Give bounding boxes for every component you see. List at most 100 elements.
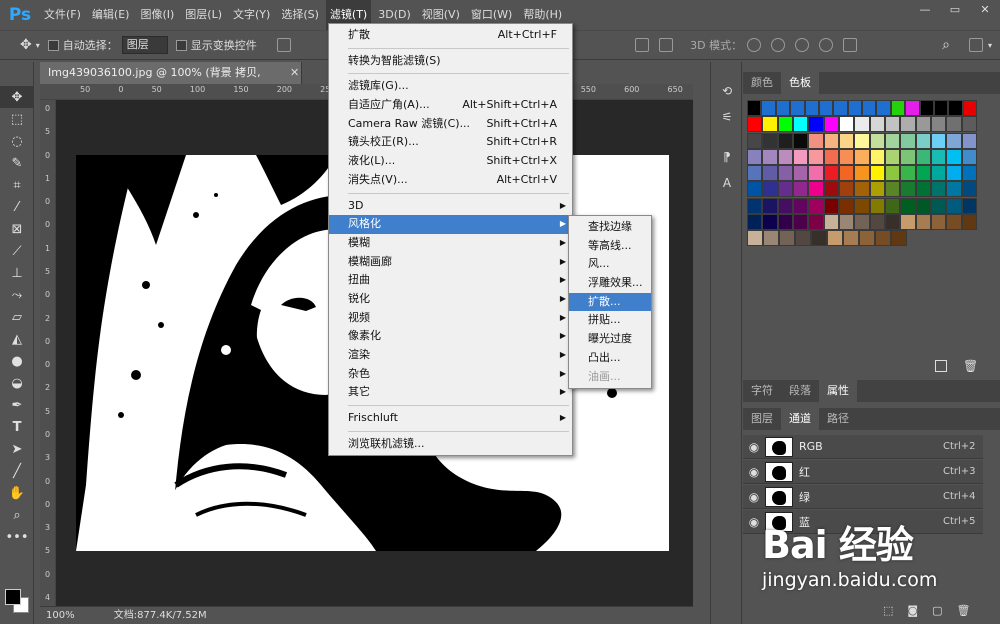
color-swatch[interactable]: [823, 148, 839, 165]
color-swatch[interactable]: [762, 181, 778, 198]
channel-row-rgb[interactable]: ◉ RGB Ctrl+2: [743, 435, 983, 459]
lasso-tool-icon[interactable]: ◌: [0, 130, 34, 152]
color-swatch[interactable]: [884, 132, 901, 149]
color-swatch[interactable]: [930, 132, 947, 149]
pen-tool-icon[interactable]: ✒: [0, 394, 34, 416]
color-swatch[interactable]: [823, 116, 839, 133]
color-swatch[interactable]: [930, 148, 947, 165]
color-swatch[interactable]: [808, 132, 824, 149]
tab-color[interactable]: 颜色: [743, 72, 781, 94]
color-swatch[interactable]: [761, 100, 776, 116]
color-swatch[interactable]: [869, 165, 885, 182]
menu-item-3d[interactable]: 3D ▶: [329, 197, 572, 216]
color-swatch[interactable]: [838, 181, 855, 198]
marquee-tool-icon[interactable]: ⬚: [0, 108, 34, 130]
tab-properties[interactable]: 属性: [819, 380, 857, 402]
color-swatch[interactable]: [792, 148, 809, 165]
color-swatch[interactable]: [808, 214, 824, 231]
eye-icon[interactable]: ◉: [743, 465, 765, 479]
color-swatch[interactable]: [811, 230, 827, 247]
color-swatch[interactable]: [862, 100, 877, 116]
show-transform-checkbox[interactable]: [175, 39, 187, 51]
color-swatch[interactable]: [890, 100, 906, 116]
color-swatch[interactable]: [869, 214, 885, 231]
color-swatch[interactable]: [884, 197, 901, 214]
color-swatch[interactable]: [808, 181, 824, 198]
eye-icon[interactable]: ◉: [743, 440, 765, 454]
color-swatch[interactable]: [762, 132, 778, 149]
color-swatch[interactable]: [961, 165, 977, 182]
color-swatch[interactable]: [792, 165, 809, 182]
distribute-icon[interactable]: [635, 38, 650, 52]
color-swatch[interactable]: [900, 214, 916, 231]
color-swatch[interactable]: [747, 230, 763, 247]
menu-item-blur[interactable]: 模糊 ▶: [329, 234, 572, 253]
color-swatch[interactable]: [843, 230, 859, 247]
color-swatch[interactable]: [946, 148, 962, 165]
color-swatch[interactable]: [946, 116, 962, 133]
color-swatch[interactable]: [854, 214, 870, 231]
menu-item-stylize[interactable]: 风格化 ▶: [329, 215, 572, 234]
color-swatch[interactable]: [827, 230, 843, 247]
stamp-tool-icon[interactable]: ⊥: [0, 262, 34, 284]
menu-item-noise[interactable]: 杂色 ▶: [329, 365, 572, 384]
dropdown-arrow-icon[interactable]: ▾: [36, 41, 40, 50]
color-swatch[interactable]: [747, 100, 762, 116]
close-window-button[interactable]: ✕: [970, 0, 1000, 20]
color-swatch[interactable]: [869, 148, 885, 165]
menu-item-render[interactable]: 渲染 ▶: [329, 346, 572, 365]
color-swatch[interactable]: [915, 165, 931, 182]
color-swatch[interactable]: [915, 148, 931, 165]
color-swatch[interactable]: [915, 181, 931, 198]
color-swatch[interactable]: [961, 214, 977, 231]
trash-icon[interactable]: 🗑: [957, 604, 971, 617]
color-swatch[interactable]: [792, 132, 809, 149]
color-swatch[interactable]: [823, 132, 839, 149]
color-swatch[interactable]: [946, 165, 962, 182]
blur-tool-icon[interactable]: ●: [0, 350, 34, 372]
color-swatch[interactable]: [777, 181, 793, 198]
menu-item-solarize[interactable]: 曝光过度: [569, 330, 651, 349]
history-icon[interactable]: ⟲: [711, 78, 743, 104]
color-swatch[interactable]: [777, 148, 793, 165]
color-swatch[interactable]: [854, 132, 870, 149]
color-swatch[interactable]: [915, 214, 931, 231]
align-top-icon[interactable]: [276, 38, 291, 52]
color-swatch[interactable]: [875, 230, 891, 247]
more-tools-icon[interactable]: •••: [0, 526, 34, 548]
3d-rotate-icon[interactable]: [747, 38, 762, 52]
color-swatch[interactable]: [946, 214, 962, 231]
new-swatch-icon[interactable]: [935, 360, 947, 372]
eye-icon[interactable]: ◉: [743, 490, 765, 504]
color-swatch[interactable]: [777, 197, 793, 214]
menu-item-sharpen[interactable]: 锐化 ▶: [329, 290, 572, 309]
move-tool-icon[interactable]: ✥: [0, 86, 34, 108]
menu-item-wind[interactable]: 风...: [569, 255, 651, 274]
color-swatch[interactable]: [930, 197, 947, 214]
color-swatch[interactable]: [838, 197, 855, 214]
color-swatch[interactable]: [946, 197, 962, 214]
color-swatch[interactable]: [792, 116, 809, 133]
color-swatch[interactable]: [854, 197, 870, 214]
color-swatch[interactable]: [884, 116, 901, 133]
color-swatch[interactable]: [763, 230, 779, 247]
color-swatch[interactable]: [915, 132, 931, 149]
color-swatch[interactable]: [946, 132, 962, 149]
color-swatch[interactable]: [869, 181, 885, 198]
hand-tool-icon[interactable]: ✋: [0, 482, 34, 504]
color-swatch[interactable]: [792, 214, 809, 231]
color-swatch[interactable]: [792, 181, 809, 198]
menu-item-other[interactable]: 其它 ▶: [329, 383, 572, 402]
3d-roll-icon[interactable]: [771, 38, 786, 52]
dodge-tool-icon[interactable]: ◒: [0, 372, 34, 394]
color-swatch[interactable]: [808, 165, 824, 182]
color-swatch[interactable]: [792, 197, 809, 214]
move-tool-icon[interactable]: ✥: [20, 37, 32, 53]
color-swatch[interactable]: [900, 197, 916, 214]
menu-item-diffuse-last[interactable]: 扩散 Alt+Ctrl+F: [329, 26, 572, 45]
color-swatch[interactable]: [838, 214, 855, 231]
color-swatch[interactable]: [930, 116, 947, 133]
color-swatch[interactable]: [961, 132, 977, 149]
auto-select-checkbox[interactable]: [47, 39, 59, 51]
color-swatch[interactable]: [823, 181, 839, 198]
